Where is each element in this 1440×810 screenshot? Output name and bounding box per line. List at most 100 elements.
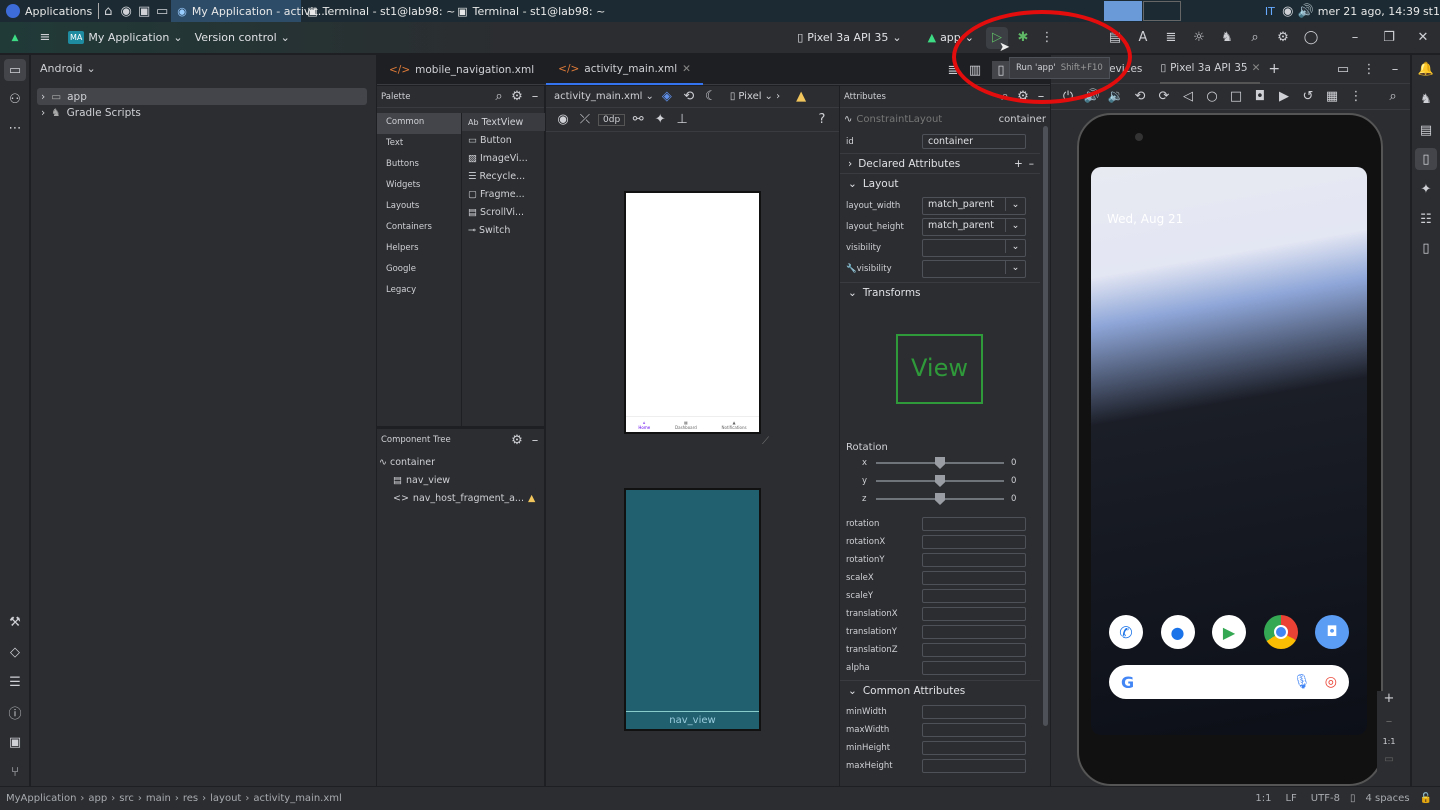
- palette-category-buttons[interactable]: Buttons: [377, 155, 461, 176]
- build-icon[interactable]: ⚒: [6, 613, 24, 631]
- project-selector[interactable]: MA My Application ⌄: [62, 26, 189, 50]
- widget-button[interactable]: ▭ Button: [462, 131, 545, 149]
- palette-category-common[interactable]: Common: [377, 113, 461, 134]
- record-icon[interactable]: ▶: [1275, 88, 1293, 106]
- translationx-field[interactable]: [922, 607, 1026, 621]
- device-preview-selector[interactable]: ▯ Pixel ⌄ ›: [730, 91, 780, 102]
- section-declared-attributes[interactable]: › Declared Attributes + –: [840, 153, 1040, 173]
- camera-app-icon[interactable]: ◘: [1315, 615, 1349, 649]
- tree-node-nav-host-fragment[interactable]: <> nav_host_fragment_a... ▲: [393, 493, 535, 504]
- readonly-icon[interactable]: ▯: [1350, 793, 1356, 804]
- fit-screen-button[interactable]: ▭: [1384, 754, 1393, 765]
- close-tab-icon[interactable]: ✕: [682, 63, 691, 75]
- palette-category-google[interactable]: Google: [377, 260, 461, 281]
- chrome-icon[interactable]: [1263, 615, 1298, 649]
- guidelines-icon[interactable]: ⊥: [673, 111, 691, 129]
- breadcrumb-item[interactable]: app: [88, 793, 107, 804]
- tab-activity-main[interactable]: </> activity_main.xml ✕: [546, 55, 703, 85]
- palette-category-text[interactable]: Text: [377, 134, 461, 155]
- project-tool-icon[interactable]: ▭: [4, 59, 26, 81]
- scalex-field[interactable]: [922, 571, 1026, 585]
- vcs-selector[interactable]: Version control ⌄: [189, 26, 296, 50]
- orientation-icon[interactable]: ⟲: [680, 88, 698, 106]
- widget-scrollview[interactable]: ▤ ScrollVi...: [462, 203, 545, 221]
- rotation-y-slider[interactable]: [876, 475, 1004, 487]
- section-transforms[interactable]: ⌄ Transforms: [840, 282, 1040, 302]
- translate-icon[interactable]: A: [1134, 29, 1152, 47]
- tree-item-app[interactable]: › ▭ app: [37, 88, 367, 105]
- breadcrumb-item[interactable]: layout: [210, 793, 241, 804]
- rotationx-field[interactable]: [922, 535, 1026, 549]
- hide-panel-icon[interactable]: –: [1386, 60, 1404, 78]
- keyboard-layout[interactable]: IT: [1265, 5, 1275, 18]
- blueprint-nav-view[interactable]: nav_view: [626, 711, 759, 729]
- id-field[interactable]: container: [922, 134, 1026, 149]
- eye-icon[interactable]: ◉: [1279, 2, 1297, 20]
- resize-handle[interactable]: ⟋: [762, 436, 769, 447]
- nav-item-home[interactable]: ⌂ Home: [638, 420, 650, 430]
- help-icon[interactable]: ?: [813, 111, 831, 129]
- terminal-icon[interactable]: ▣: [135, 2, 153, 20]
- scaley-field[interactable]: [922, 589, 1026, 603]
- workspace-2[interactable]: [1142, 1, 1181, 21]
- zoom-out-button[interactable]: –: [1386, 714, 1393, 729]
- rotation-z-slider[interactable]: [876, 493, 1004, 505]
- minheight-field[interactable]: [922, 741, 1026, 755]
- logcat-icon[interactable]: ☰: [6, 673, 24, 691]
- nav-item-notifications[interactable]: ▲ Notifications: [722, 420, 747, 430]
- mic-icon[interactable]: 🎙: [1293, 674, 1311, 690]
- widget-imageview[interactable]: ▨ ImageVi...: [462, 149, 545, 167]
- device-settings-icon[interactable]: ⌕: [1384, 88, 1402, 106]
- zoom-in-button[interactable]: +: [1384, 691, 1395, 706]
- rotationy-field[interactable]: [922, 553, 1026, 567]
- terminal-tool-icon[interactable]: ▣: [6, 733, 24, 751]
- window-terminal-2[interactable]: ▣ Terminal - st1@lab98: ~: [451, 0, 605, 22]
- applications-menu[interactable]: Applications: [0, 0, 98, 22]
- rotation-x-slider[interactable]: [876, 457, 1004, 469]
- attributes-scrollbar[interactable]: [1043, 126, 1048, 726]
- tab-device-pixel[interactable]: ▯ Pixel 3a API 35 ✕: [1160, 55, 1261, 84]
- infer-constraints-icon[interactable]: ✦: [651, 111, 669, 129]
- maxheight-field[interactable]: [922, 759, 1026, 773]
- google-search-bar[interactable]: G 🎙 ◎: [1109, 665, 1349, 699]
- encoding[interactable]: UTF-8: [1311, 793, 1340, 804]
- close-window-button[interactable]: ✕: [1414, 29, 1432, 47]
- alpha-field[interactable]: [922, 661, 1026, 675]
- palette-category-widgets[interactable]: Widgets: [377, 176, 461, 197]
- gradle-tool-icon[interactable]: ♞: [1417, 90, 1435, 108]
- phone-app-icon[interactable]: ✆: [1109, 615, 1143, 649]
- search-icon[interactable]: ⌕: [490, 88, 508, 106]
- lock-icon[interactable]: 🔓: [1420, 793, 1432, 804]
- widget-switch[interactable]: ⊸ Switch: [462, 221, 545, 239]
- visibility-select[interactable]: ⌄: [922, 239, 1026, 257]
- breadcrumb-item[interactable]: main: [146, 793, 171, 804]
- snapshot-icon[interactable]: ▦: [1323, 88, 1341, 106]
- resource-manager-icon[interactable]: ⚇: [6, 90, 24, 108]
- layout-width-select[interactable]: match_parent ⌄: [922, 197, 1026, 215]
- volume-down-icon[interactable]: 🔉: [1107, 88, 1125, 106]
- breadcrumb-item[interactable]: MyApplication: [6, 793, 76, 804]
- indent[interactable]: 4 spaces: [1365, 793, 1409, 804]
- minimize-icon[interactable]: –: [526, 431, 544, 449]
- gear-icon[interactable]: ⚙: [508, 431, 526, 449]
- minimize-icon[interactable]: –: [526, 88, 544, 106]
- more-icon[interactable]: ⋮: [1347, 88, 1365, 106]
- workspace-1[interactable]: [1103, 1, 1142, 21]
- reset-icon[interactable]: ↺: [1299, 88, 1317, 106]
- file-manager-icon[interactable]: ▭: [153, 2, 171, 20]
- clear-constraints-icon[interactable]: ⚯: [629, 111, 647, 129]
- settings-icon[interactable]: ⚙: [1274, 29, 1292, 47]
- emulator-screen[interactable]: Wed, Aug 21 ✆ ● ▶ ◘ G 🎙 ◎: [1091, 167, 1367, 735]
- tools-visibility-select[interactable]: ⌄: [922, 260, 1026, 278]
- breadcrumb-item[interactable]: res: [183, 793, 198, 804]
- add-device-icon[interactable]: +: [1268, 61, 1280, 77]
- blueprint-preview[interactable]: nav_view: [624, 488, 761, 731]
- minimize-button[interactable]: –: [1346, 29, 1364, 47]
- account-icon[interactable]: ◯: [1302, 29, 1320, 47]
- zoom-actual-button[interactable]: 1:1: [1383, 737, 1396, 746]
- warning-icon[interactable]: ▲: [792, 88, 810, 106]
- palette-category-legacy[interactable]: Legacy: [377, 281, 461, 302]
- user[interactable]: st1: [1423, 5, 1440, 18]
- notifications-icon[interactable]: 🔔: [1417, 60, 1435, 78]
- remove-attribute-icon[interactable]: –: [1029, 158, 1034, 170]
